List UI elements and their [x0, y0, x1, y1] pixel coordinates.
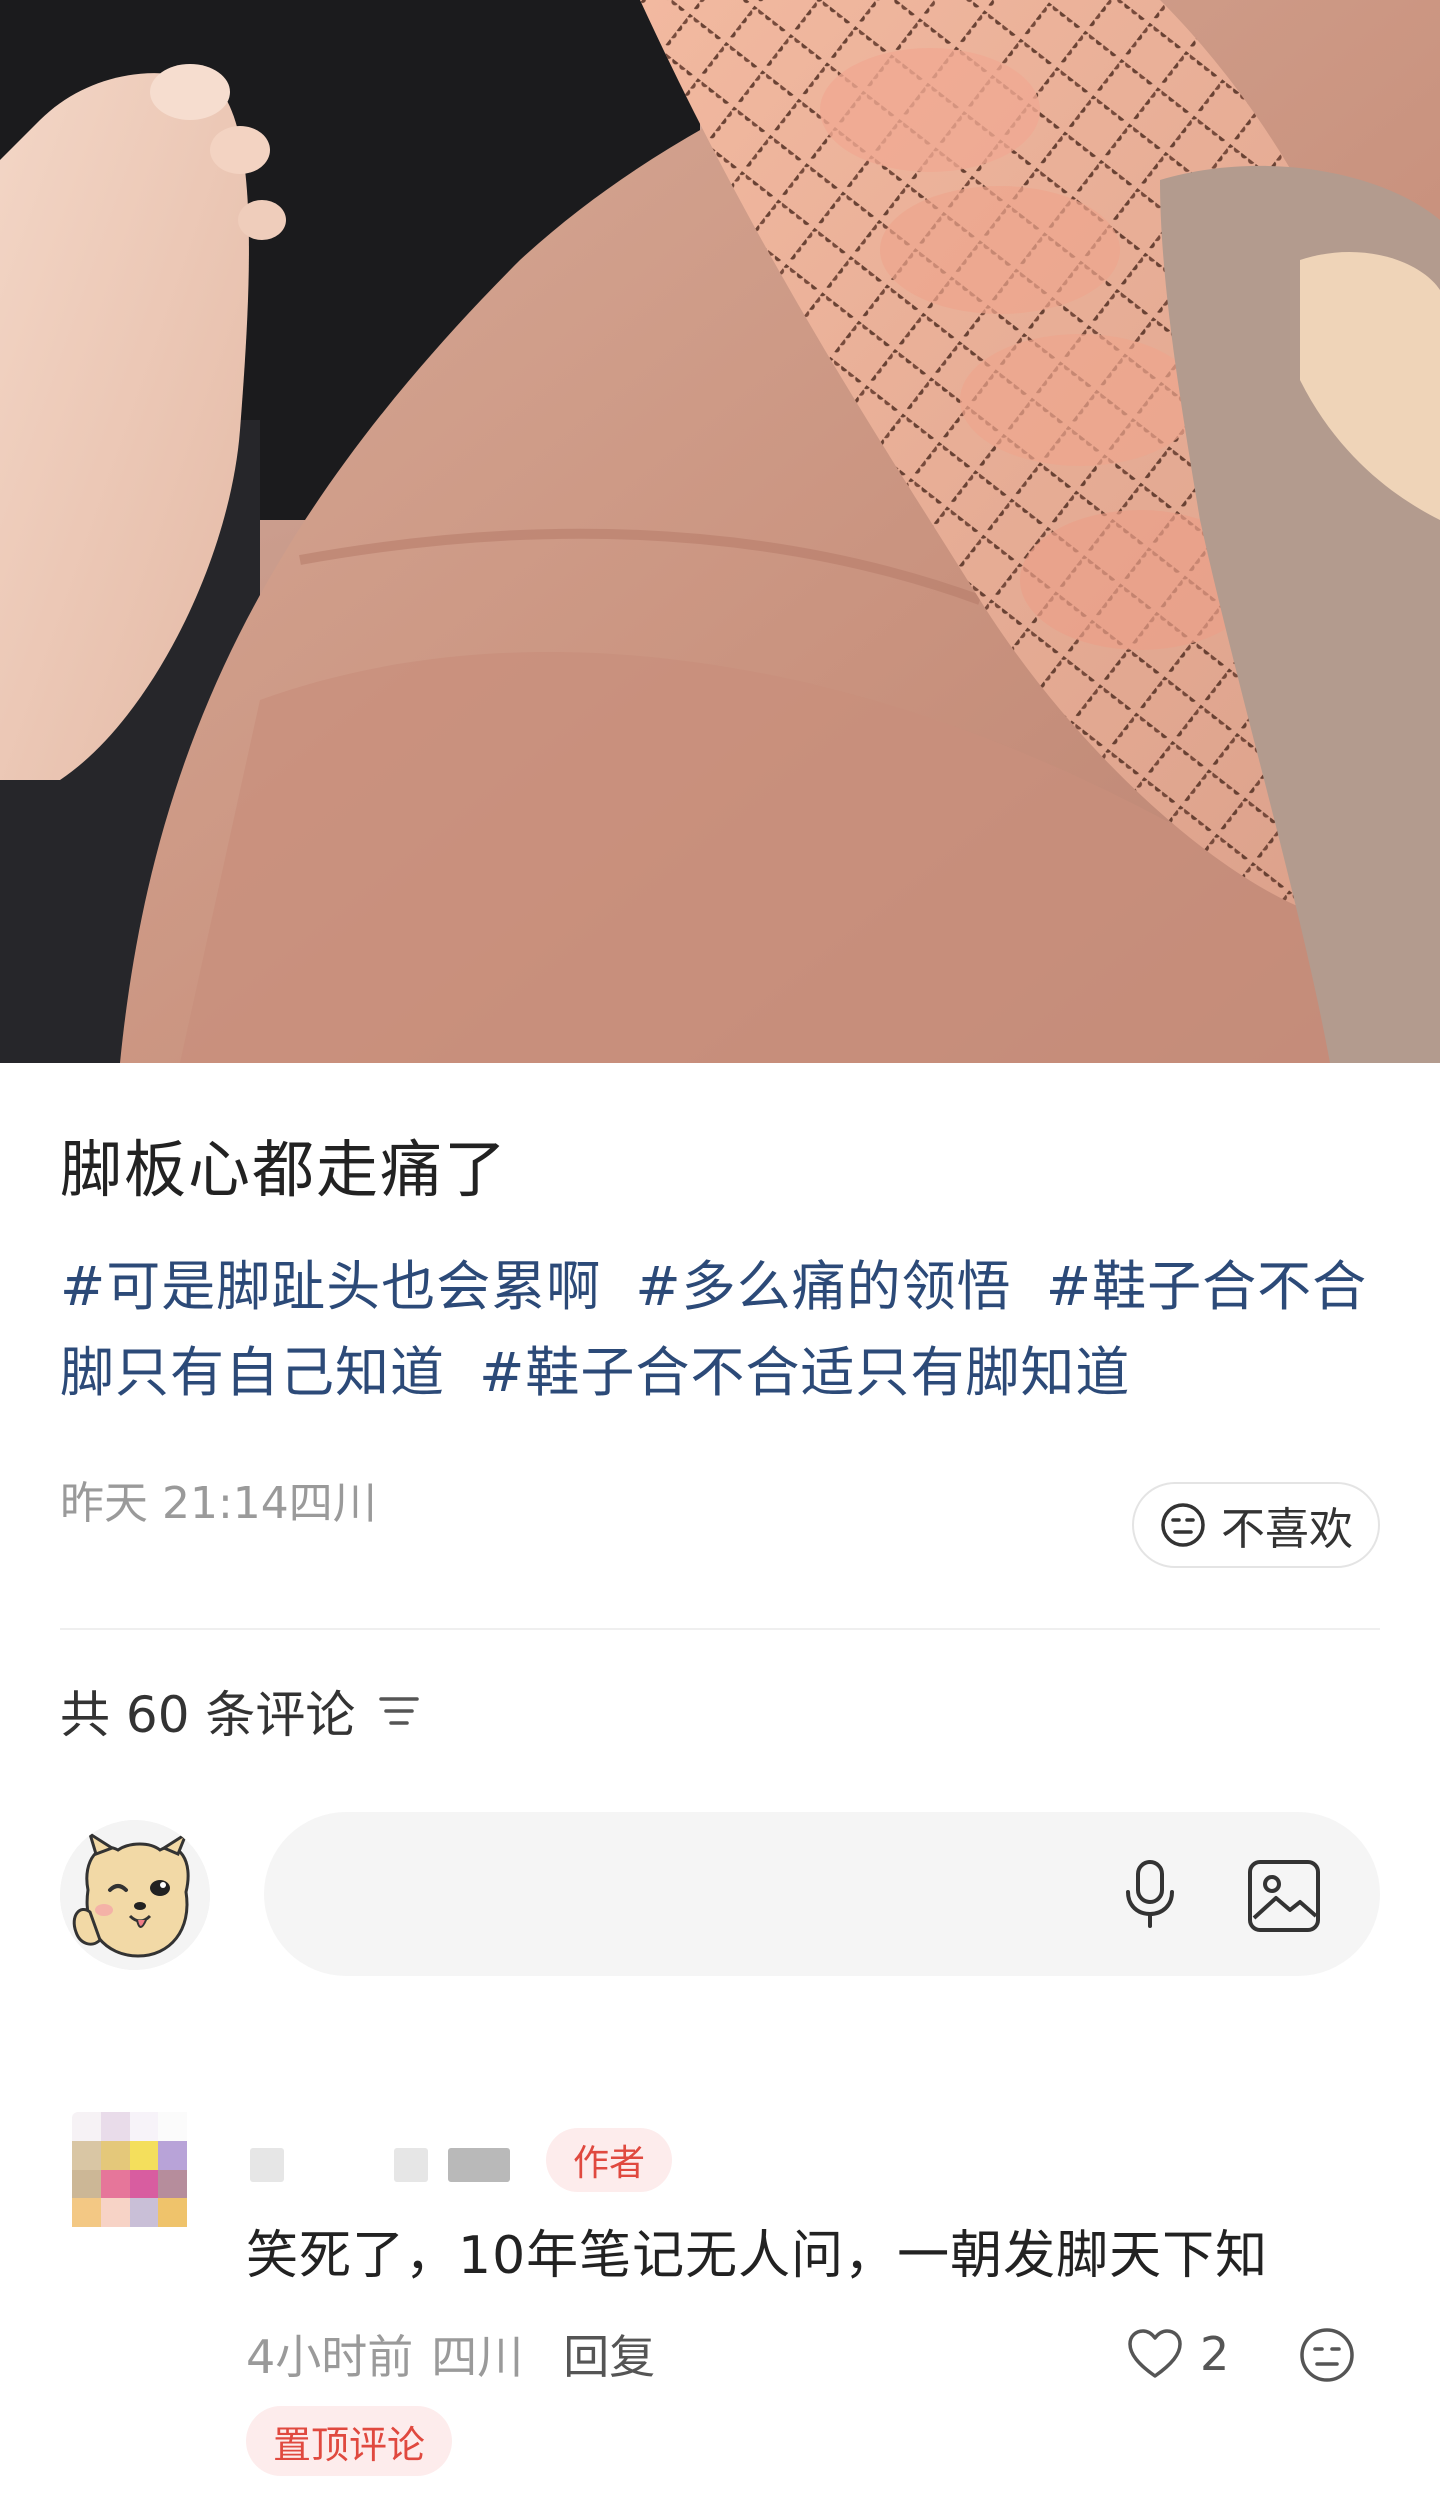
post-photo-illustration	[0, 0, 1440, 1063]
like-count: 2	[1200, 2327, 1230, 2381]
reply-button[interactable]: 回复	[563, 2321, 655, 2387]
hashtag-link[interactable]: #可是脚趾头也会累啊	[60, 1255, 601, 1318]
commenter-name-blurred[interactable]	[250, 2140, 510, 2190]
image-icon[interactable]	[1244, 1856, 1324, 1936]
comment-text[interactable]: 笑死了，10年笔记无人问，一朝发脚天下知	[246, 2218, 1268, 2294]
note-detail-page: 脚板心都走痛了 #可是脚趾头也会累啊 #多么痛的领悟 #鞋子合不合脚只有自己知道…	[0, 0, 1440, 2496]
avatar[interactable]	[60, 1820, 210, 1970]
post-tags: #可是脚趾头也会累啊 #多么痛的领悟 #鞋子合不合脚只有自己知道 #鞋子合不合适…	[60, 1244, 1390, 1416]
comment-input[interactable]	[264, 1812, 1380, 1976]
comment-count-label: 共 60 条评论	[60, 1686, 356, 1744]
name-mosaic	[250, 2148, 284, 2182]
comment-time: 4小时前	[246, 2330, 414, 2384]
filter-lines-icon[interactable]	[377, 1691, 421, 1731]
author-tag: 作者	[546, 2128, 672, 2192]
like-button[interactable]: 2	[1126, 2318, 1229, 2390]
name-mosaic	[448, 2148, 510, 2182]
comment-meta: 4小时前 四川 回复	[246, 2318, 655, 2390]
name-mosaic	[394, 2148, 428, 2182]
commenter-avatar[interactable]	[72, 2112, 216, 2256]
hashtag-link[interactable]: #多么痛的领悟	[635, 1255, 1011, 1318]
dislike-button[interactable]: 不喜欢	[1132, 1482, 1380, 1568]
post-photo[interactable]	[0, 0, 1440, 1063]
divider	[60, 1628, 1380, 1630]
heart-icon	[1128, 2329, 1182, 2378]
comment-location: 四川	[431, 2330, 524, 2384]
post-meta: 昨天 21:14四川	[60, 1478, 377, 1529]
pinned-comment-tag: 置顶评论	[246, 2406, 452, 2476]
hashtag-link[interactable]: #鞋子合不合适只有脚知道	[479, 1341, 1130, 1404]
neutral-face-icon	[1161, 1503, 1205, 1547]
dislike-label: 不喜欢	[1221, 1504, 1353, 1555]
dog-sticker-avatar	[60, 1820, 210, 1970]
microphone-icon[interactable]	[1112, 1856, 1188, 1932]
post-title: 脚板心都走痛了	[60, 1133, 509, 1206]
comment-count-header: 共 60 条评论	[60, 1678, 421, 1744]
neutral-face-icon[interactable]	[1298, 2326, 1356, 2384]
